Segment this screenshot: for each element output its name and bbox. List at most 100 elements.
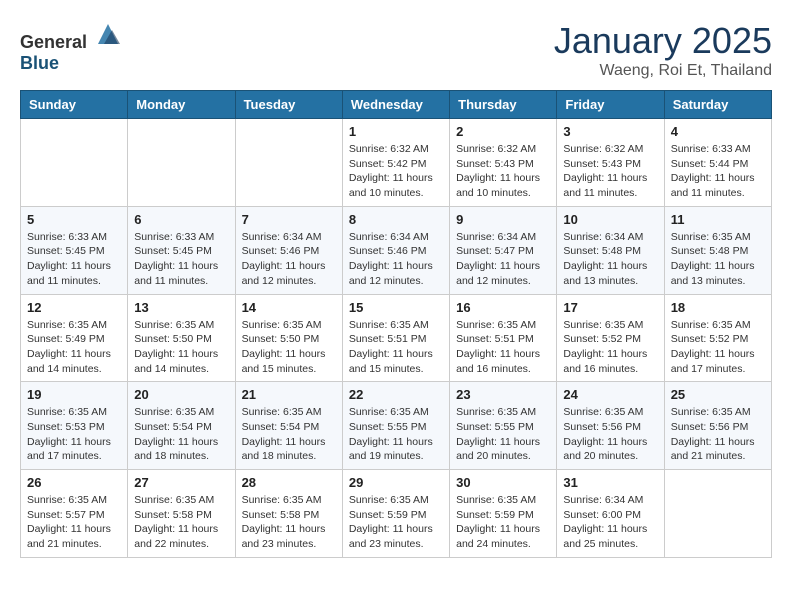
day-info: Sunrise: 6:35 AM Sunset: 5:59 PM Dayligh…: [456, 493, 550, 552]
day-number: 9: [456, 212, 550, 227]
empty-cell: [664, 470, 771, 558]
day-number: 20: [134, 387, 228, 402]
day-number: 7: [242, 212, 336, 227]
day-cell-14: 14 Sunrise: 6:35 AM Sunset: 5:50 PM Dayli…: [235, 294, 342, 382]
day-cell-23: 23Sunrise: 6:35 AM Sunset: 5:55 PM Dayli…: [450, 382, 557, 470]
day-cell-29: 29 Sunrise: 6:35 AM Sunset: 5:59 PM Dayli…: [342, 470, 449, 558]
day-number: 26: [27, 475, 121, 490]
day-info: Sunrise: 6:34 AM Sunset: 5:47 PM Dayligh…: [456, 230, 550, 289]
day-cell-3: 3 Sunrise: 6:32 AM Sunset: 5:43 PM Daylig…: [557, 119, 664, 207]
logo-general: General: [20, 32, 87, 52]
day-cell-18: 18Sunrise: 6:35 AM Sunset: 5:52 PM Dayli…: [664, 294, 771, 382]
day-cell-25: 25Sunrise: 6:35 AM Sunset: 5:56 PM Dayli…: [664, 382, 771, 470]
day-info: Sunrise: 6:35 AM Sunset: 5:59 PM Dayligh…: [349, 493, 443, 552]
day-cell-8: 8Sunrise: 6:34 AM Sunset: 5:46 PM Daylig…: [342, 206, 449, 294]
day-info: Sunrise: 6:35 AM Sunset: 5:54 PM Dayligh…: [134, 405, 228, 464]
week-row-5: 26 Sunrise: 6:35 AM Sunset: 5:57 PM Dayli…: [21, 470, 772, 558]
day-cell-31: 31 Sunrise: 6:34 AM Sunset: 6:00 PM Dayli…: [557, 470, 664, 558]
day-info: Sunrise: 6:34 AM Sunset: 5:46 PM Dayligh…: [349, 230, 443, 289]
day-cell-9: 9 Sunrise: 6:34 AM Sunset: 5:47 PM Daylig…: [450, 206, 557, 294]
day-cell-17: 17 Sunrise: 6:35 AM Sunset: 5:52 PM Dayli…: [557, 294, 664, 382]
day-info: Sunrise: 6:32 AM Sunset: 5:42 PM Dayligh…: [349, 142, 443, 201]
empty-cell: [21, 119, 128, 207]
day-number: 11: [671, 212, 765, 227]
day-cell-2: 2 Sunrise: 6:32 AM Sunset: 5:43 PM Daylig…: [450, 119, 557, 207]
weekday-header-tuesday: Tuesday: [235, 91, 342, 119]
weekday-header-row: SundayMondayTuesdayWednesdayThursdayFrid…: [21, 91, 772, 119]
day-info: Sunrise: 6:32 AM Sunset: 5:43 PM Dayligh…: [456, 142, 550, 201]
page-header: General Blue January 2025 Waeng, Roi Et,…: [20, 20, 772, 80]
day-info: Sunrise: 6:34 AM Sunset: 6:00 PM Dayligh…: [563, 493, 657, 552]
day-cell-5: 5 Sunrise: 6:33 AM Sunset: 5:45 PM Daylig…: [21, 206, 128, 294]
day-number: 21: [242, 387, 336, 402]
day-number: 25: [671, 387, 765, 402]
day-number: 16: [456, 300, 550, 315]
day-number: 1: [349, 124, 443, 139]
logo-blue: Blue: [20, 53, 59, 73]
day-number: 5: [27, 212, 121, 227]
day-number: 10: [563, 212, 657, 227]
day-cell-16: 16 Sunrise: 6:35 AM Sunset: 5:51 PM Dayli…: [450, 294, 557, 382]
day-cell-28: 28Sunrise: 6:35 AM Sunset: 5:58 PM Dayli…: [235, 470, 342, 558]
day-info: Sunrise: 6:35 AM Sunset: 5:51 PM Dayligh…: [456, 318, 550, 377]
day-info: Sunrise: 6:35 AM Sunset: 5:52 PM Dayligh…: [563, 318, 657, 377]
day-cell-12: 12 Sunrise: 6:35 AM Sunset: 5:49 PM Dayli…: [21, 294, 128, 382]
day-cell-6: 6Sunrise: 6:33 AM Sunset: 5:45 PM Daylig…: [128, 206, 235, 294]
calendar-table: SundayMondayTuesdayWednesdayThursdayFrid…: [20, 90, 772, 558]
day-number: 13: [134, 300, 228, 315]
empty-cell: [128, 119, 235, 207]
day-number: 19: [27, 387, 121, 402]
day-number: 4: [671, 124, 765, 139]
day-number: 31: [563, 475, 657, 490]
day-cell-21: 21 Sunrise: 6:35 AM Sunset: 5:54 PM Dayli…: [235, 382, 342, 470]
day-cell-24: 24Sunrise: 6:35 AM Sunset: 5:56 PM Dayli…: [557, 382, 664, 470]
day-number: 2: [456, 124, 550, 139]
logo: General Blue: [20, 20, 122, 74]
day-info: Sunrise: 6:35 AM Sunset: 5:48 PM Dayligh…: [671, 230, 765, 289]
day-info: Sunrise: 6:35 AM Sunset: 5:50 PM Dayligh…: [134, 318, 228, 377]
day-number: 29: [349, 475, 443, 490]
day-cell-19: 19Sunrise: 6:35 AM Sunset: 5:53 PM Dayli…: [21, 382, 128, 470]
day-number: 14: [242, 300, 336, 315]
day-cell-11: 11 Sunrise: 6:35 AM Sunset: 5:48 PM Dayli…: [664, 206, 771, 294]
day-info: Sunrise: 6:33 AM Sunset: 5:45 PM Dayligh…: [27, 230, 121, 289]
day-info: Sunrise: 6:35 AM Sunset: 5:58 PM Dayligh…: [134, 493, 228, 552]
day-cell-7: 7Sunrise: 6:34 AM Sunset: 5:46 PM Daylig…: [235, 206, 342, 294]
day-info: Sunrise: 6:35 AM Sunset: 5:49 PM Dayligh…: [27, 318, 121, 377]
week-row-2: 5 Sunrise: 6:33 AM Sunset: 5:45 PM Daylig…: [21, 206, 772, 294]
day-cell-30: 30 Sunrise: 6:35 AM Sunset: 5:59 PM Dayli…: [450, 470, 557, 558]
day-info: Sunrise: 6:35 AM Sunset: 5:50 PM Dayligh…: [242, 318, 336, 377]
day-info: Sunrise: 6:35 AM Sunset: 5:54 PM Dayligh…: [242, 405, 336, 464]
weekday-header-thursday: Thursday: [450, 91, 557, 119]
day-number: 23: [456, 387, 550, 402]
day-number: 12: [27, 300, 121, 315]
day-info: Sunrise: 6:35 AM Sunset: 5:57 PM Dayligh…: [27, 493, 121, 552]
logo-icon: [94, 20, 122, 48]
week-row-4: 19Sunrise: 6:35 AM Sunset: 5:53 PM Dayli…: [21, 382, 772, 470]
day-number: 22: [349, 387, 443, 402]
day-cell-22: 22Sunrise: 6:35 AM Sunset: 5:55 PM Dayli…: [342, 382, 449, 470]
day-number: 15: [349, 300, 443, 315]
day-number: 3: [563, 124, 657, 139]
weekday-header-wednesday: Wednesday: [342, 91, 449, 119]
weekday-header-monday: Monday: [128, 91, 235, 119]
day-cell-27: 27 Sunrise: 6:35 AM Sunset: 5:58 PM Dayli…: [128, 470, 235, 558]
day-number: 18: [671, 300, 765, 315]
day-number: 24: [563, 387, 657, 402]
day-cell-26: 26 Sunrise: 6:35 AM Sunset: 5:57 PM Dayli…: [21, 470, 128, 558]
day-cell-10: 10 Sunrise: 6:34 AM Sunset: 5:48 PM Dayli…: [557, 206, 664, 294]
title-block: January 2025 Waeng, Roi Et, Thailand: [554, 20, 772, 80]
weekday-header-friday: Friday: [557, 91, 664, 119]
day-number: 28: [242, 475, 336, 490]
day-number: 27: [134, 475, 228, 490]
day-cell-20: 20 Sunrise: 6:35 AM Sunset: 5:54 PM Dayli…: [128, 382, 235, 470]
day-info: Sunrise: 6:33 AM Sunset: 5:44 PM Dayligh…: [671, 142, 765, 201]
week-row-1: 1 Sunrise: 6:32 AM Sunset: 5:42 PM Daylig…: [21, 119, 772, 207]
day-cell-1: 1 Sunrise: 6:32 AM Sunset: 5:42 PM Daylig…: [342, 119, 449, 207]
day-cell-4: 4 Sunrise: 6:33 AM Sunset: 5:44 PM Daylig…: [664, 119, 771, 207]
empty-cell: [235, 119, 342, 207]
day-info: Sunrise: 6:34 AM Sunset: 5:48 PM Dayligh…: [563, 230, 657, 289]
day-info: Sunrise: 6:32 AM Sunset: 5:43 PM Dayligh…: [563, 142, 657, 201]
day-number: 17: [563, 300, 657, 315]
day-number: 30: [456, 475, 550, 490]
